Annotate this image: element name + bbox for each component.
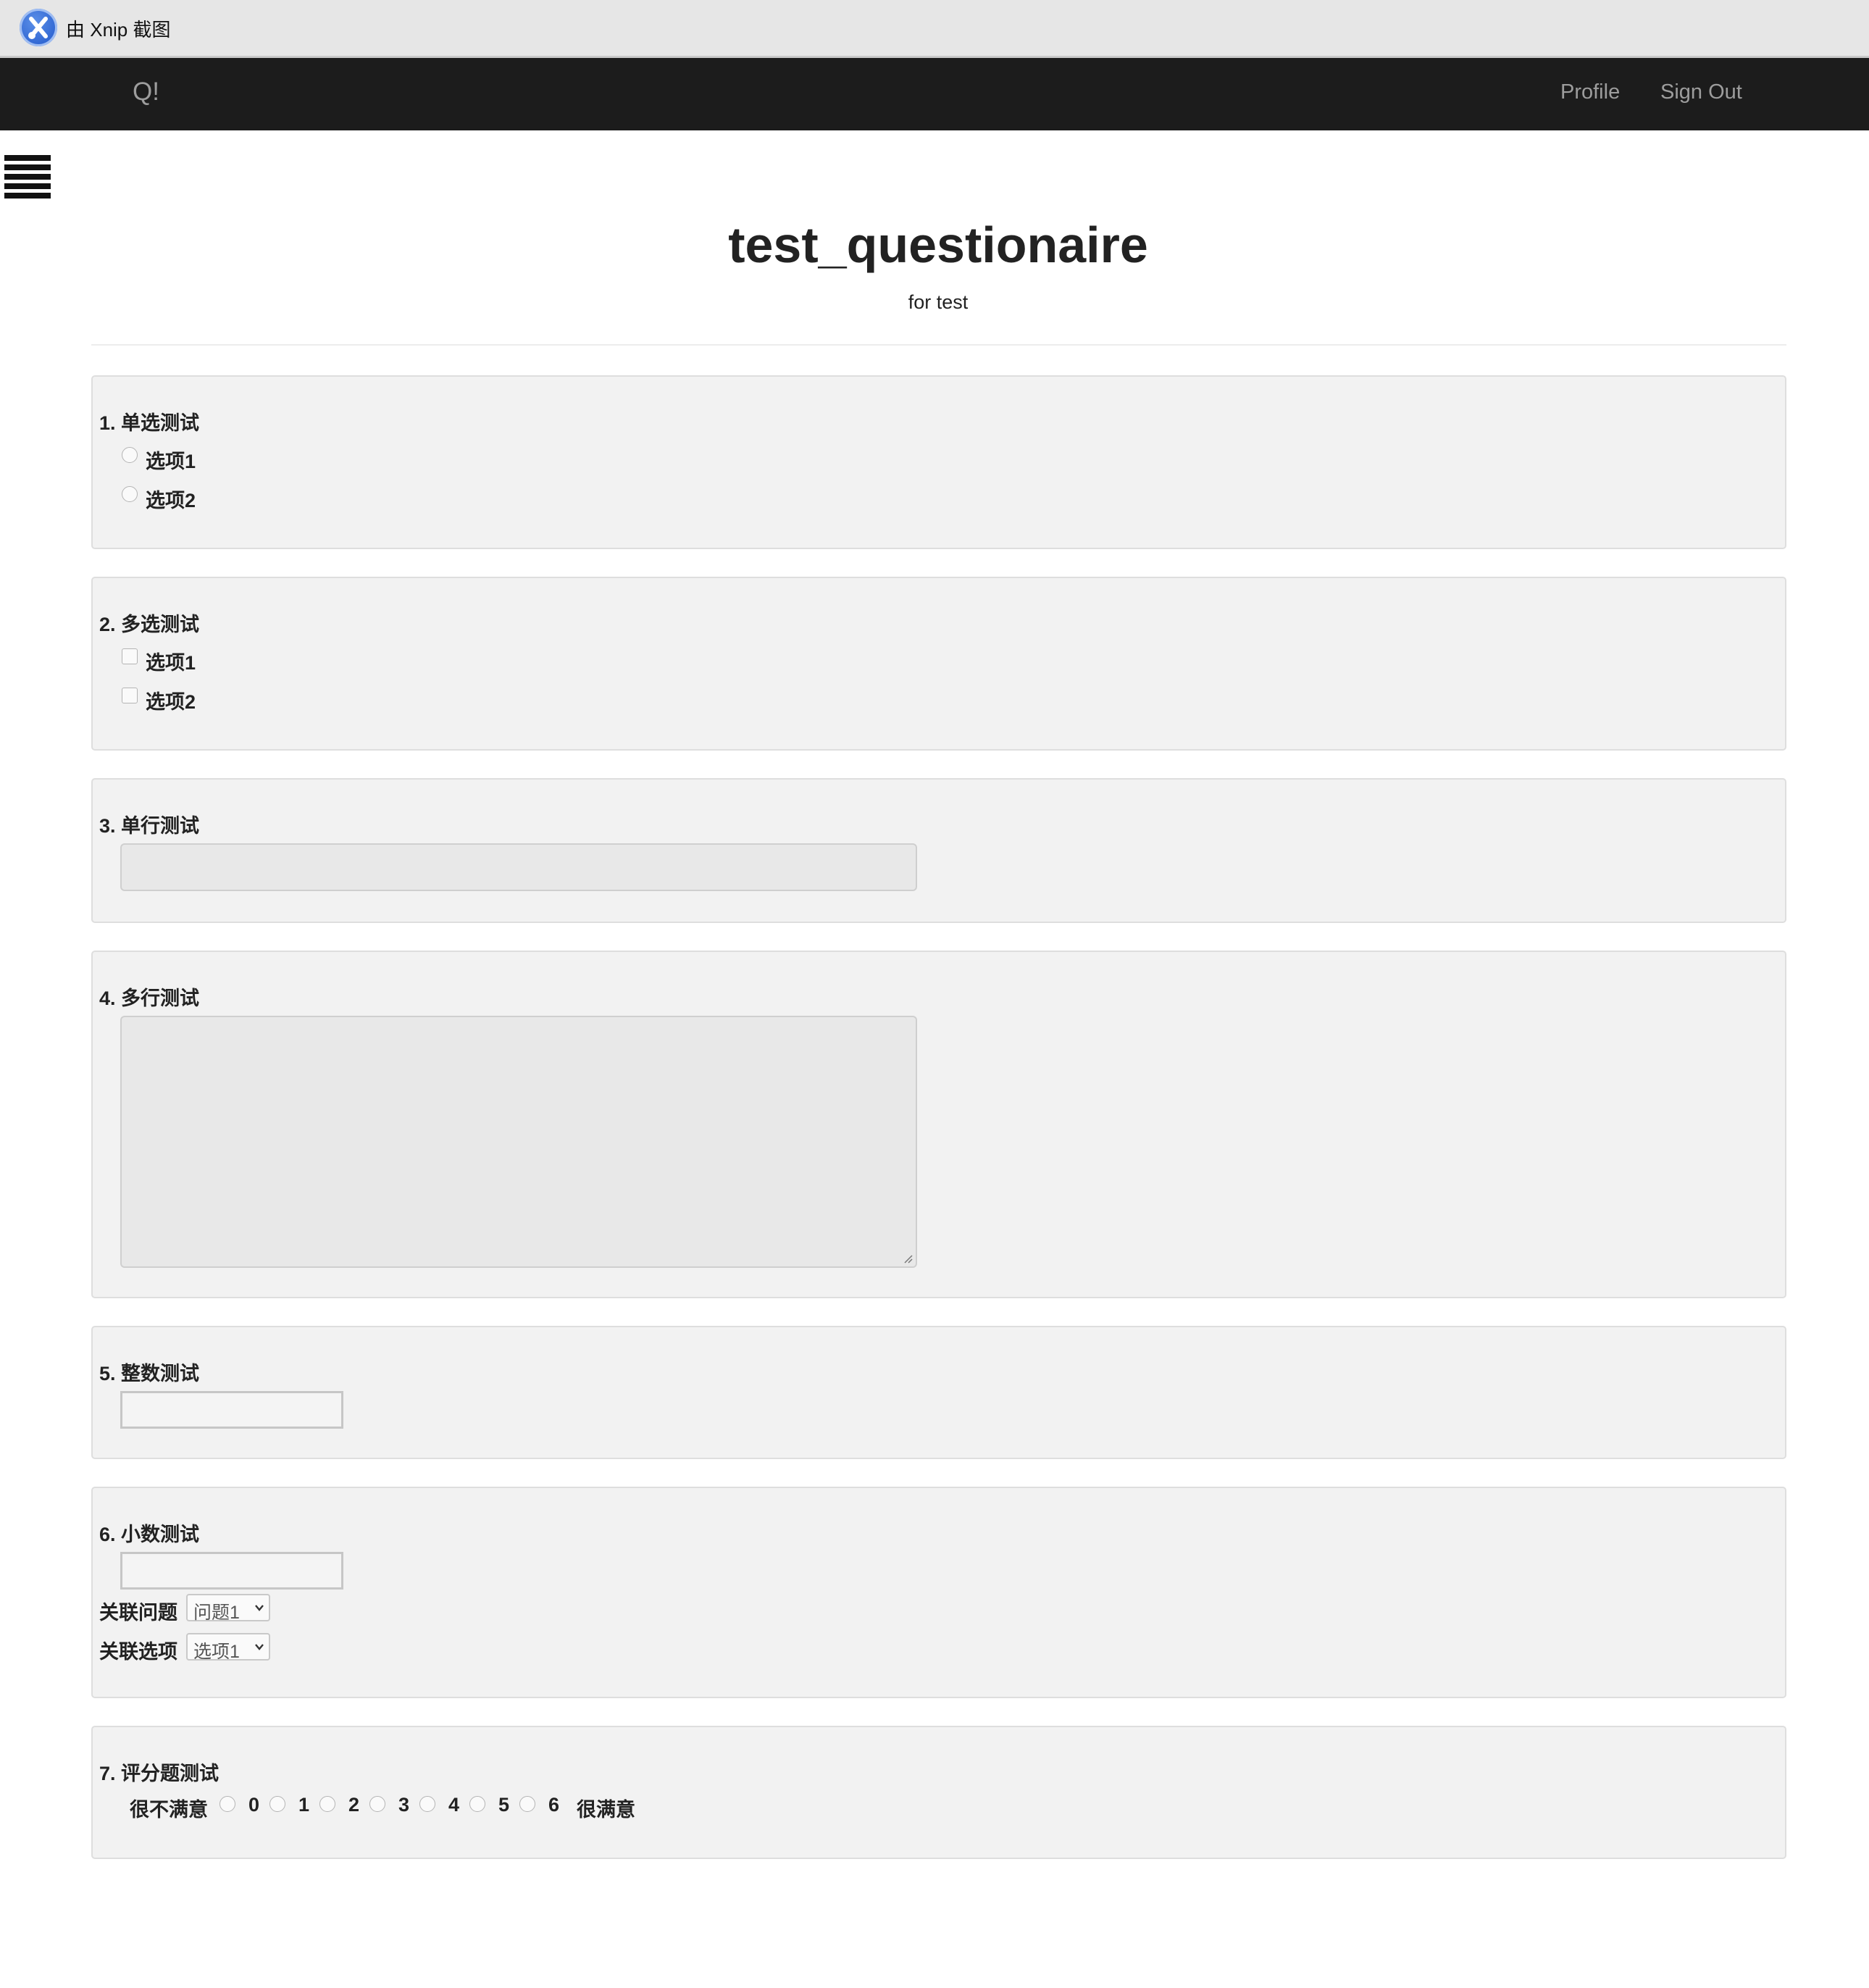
rating-high-label: 很满意 — [577, 1799, 635, 1821]
rating-value-label: 4 — [448, 1794, 460, 1816]
capture-bar-text: 由 Xnip 截图 — [66, 19, 171, 41]
capture-bar: 由 Xnip 截图 — [0, 0, 1869, 58]
page-subtitle: for test — [908, 291, 969, 313]
related-option-select[interactable]: 选项1 — [186, 1633, 270, 1662]
question-card-7: 7. 评分题测试 很不满意 0 1 2 3 4 5 6 很满意 — [91, 1726, 1786, 1859]
brand-link[interactable]: Q! — [133, 78, 159, 106]
question-title: 2. 多选测试 — [99, 614, 200, 635]
related-question-label: 关联问题 — [99, 1602, 177, 1624]
menu-toggle-icon[interactable] — [4, 155, 51, 203]
rating-low-label: 很不满意 — [130, 1799, 208, 1821]
related-question-select[interactable]: 问题1 — [186, 1594, 270, 1623]
rating-value-label: 6 — [548, 1794, 560, 1816]
question-title: 6. 小数测试 — [99, 1524, 200, 1545]
select-value: 问题1 — [193, 1603, 240, 1623]
question-card-5: 5. 整数测试 — [91, 1326, 1786, 1459]
decimal-input[interactable] — [120, 1552, 343, 1590]
question-title: 7. 评分题测试 — [99, 1763, 219, 1784]
resize-grip-icon[interactable] — [902, 1253, 913, 1264]
option-label: 选项1 — [146, 451, 196, 472]
question-card-1: 1. 单选测试 选项1 选项2 — [91, 375, 1786, 549]
checkbox[interactable] — [122, 648, 138, 664]
rating-value-label: 2 — [348, 1794, 360, 1816]
rating-radio-6[interactable] — [519, 1796, 535, 1812]
rating-value-label: 5 — [498, 1794, 510, 1816]
radio-button[interactable] — [122, 486, 138, 502]
integer-input[interactable] — [120, 1391, 343, 1429]
rating-value-label: 1 — [298, 1794, 310, 1816]
chevron-down-icon — [255, 1605, 264, 1611]
question-title: 4. 多行测试 — [99, 987, 200, 1009]
question-title: 1. 单选测试 — [99, 412, 200, 434]
question-card-2: 2. 多选测试 选项1 选项2 — [91, 577, 1786, 751]
question-title: 5. 整数测试 — [99, 1363, 200, 1384]
select-value: 选项1 — [193, 1642, 240, 1662]
rating-radio-0[interactable] — [219, 1796, 235, 1812]
rating-value-label: 0 — [248, 1794, 260, 1816]
radio-button[interactable] — [122, 447, 138, 463]
divider — [91, 344, 1786, 346]
navbar: Q! Profile Sign Out — [0, 58, 1869, 130]
rating-radio-1[interactable] — [269, 1796, 285, 1812]
option-label: 选项2 — [146, 490, 196, 511]
xnip-logo-icon — [20, 9, 57, 46]
rating-radio-2[interactable] — [319, 1796, 335, 1812]
sign-out-link[interactable]: Sign Out — [1660, 80, 1742, 104]
rating-radio-4[interactable] — [419, 1796, 435, 1812]
profile-link[interactable]: Profile — [1560, 80, 1620, 104]
option-label: 选项2 — [146, 691, 196, 713]
question-card-6: 6. 小数测试 关联问题 问题1 关联选项 选项1 — [91, 1487, 1786, 1698]
page-title: test_questionaire — [728, 217, 1148, 273]
question-title: 3. 单行测试 — [99, 815, 200, 837]
question-card-3: 3. 单行测试 — [91, 778, 1786, 923]
multi-line-textarea[interactable] — [120, 1016, 917, 1268]
question-card-4: 4. 多行测试 — [91, 951, 1786, 1298]
option-label: 选项1 — [146, 652, 196, 674]
chevron-down-icon — [255, 1644, 264, 1650]
rating-radio-3[interactable] — [369, 1796, 385, 1812]
rating-radio-5[interactable] — [469, 1796, 485, 1812]
checkbox[interactable] — [122, 688, 138, 703]
rating-value-label: 3 — [398, 1794, 410, 1816]
single-line-input[interactable] — [120, 843, 917, 891]
related-option-label: 关联选项 — [99, 1641, 177, 1663]
